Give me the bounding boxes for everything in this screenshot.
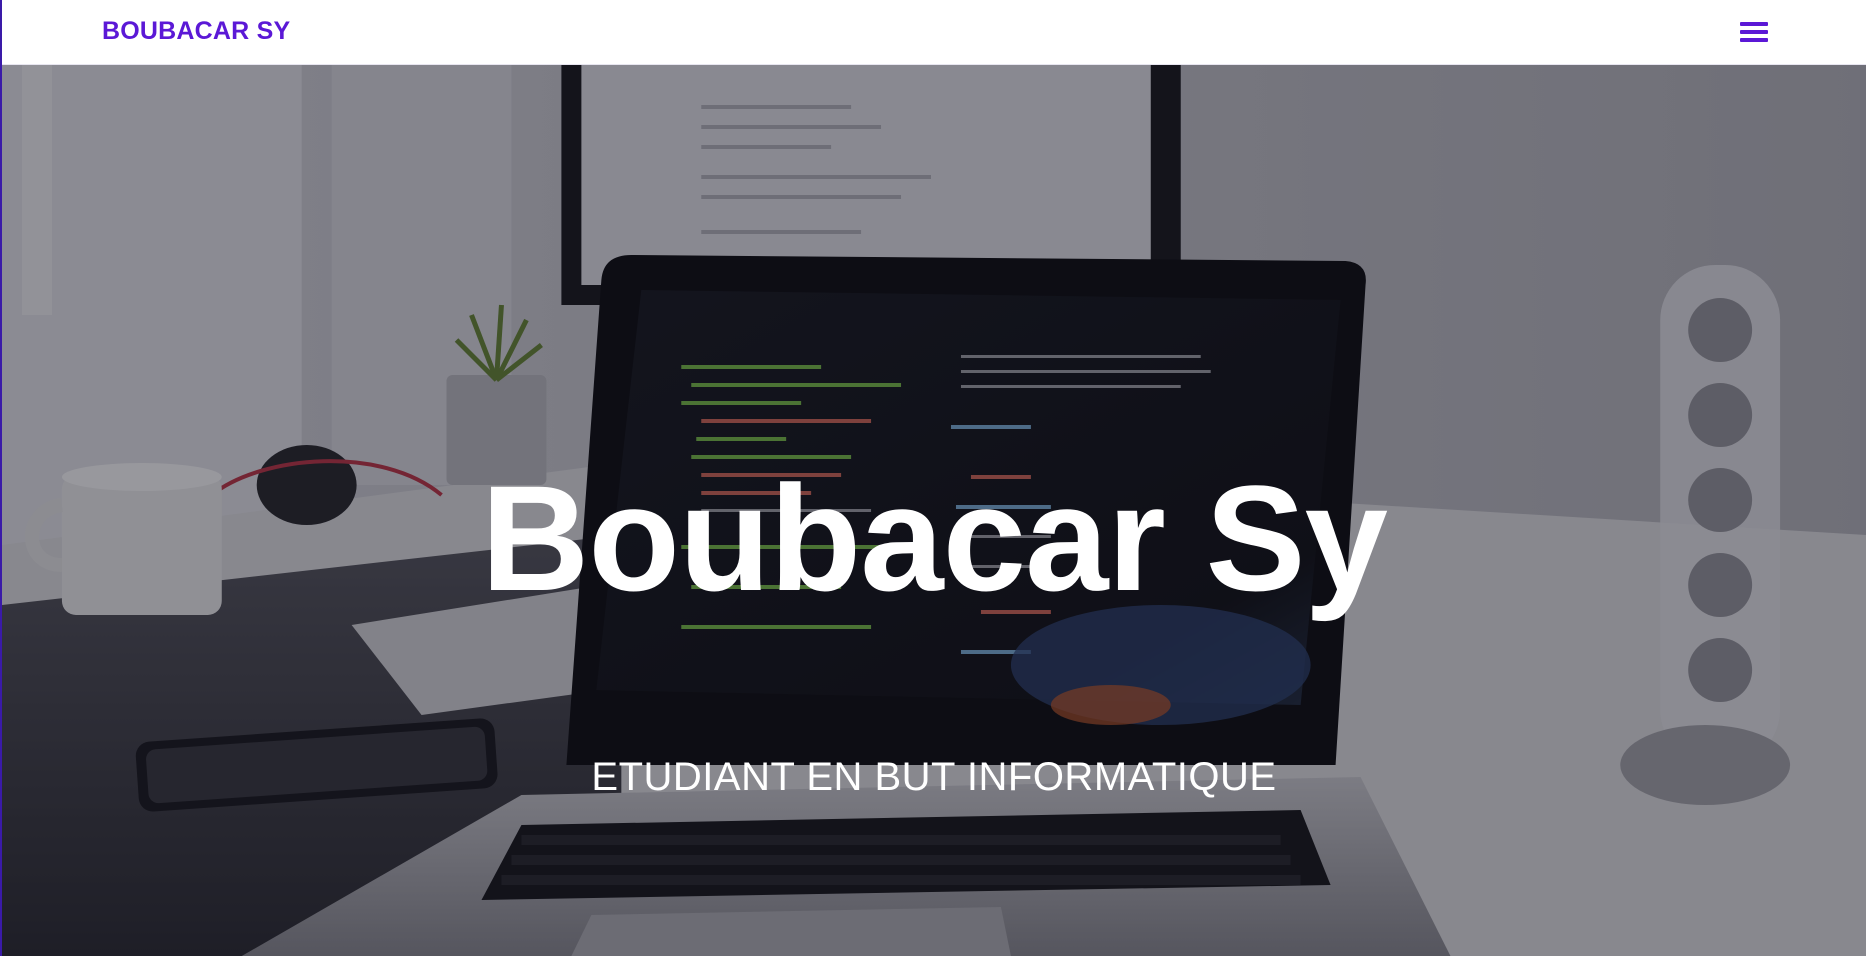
hero-section: Boubacar Sy ETUDIANT EN BUT INFORMATIQUE: [2, 65, 1866, 956]
navbar: BOUBACAR SY: [2, 0, 1866, 65]
hero-title: Boubacar Sy: [481, 454, 1388, 622]
page: BOUBACAR SY Boubacar Sy ETUDIANT EN BUT …: [0, 0, 1866, 956]
menu-bar: [1740, 30, 1768, 34]
hamburger-menu-icon[interactable]: [1740, 20, 1768, 44]
menu-bar: [1740, 38, 1768, 42]
brand-logo-link[interactable]: BOUBACAR SY: [102, 17, 290, 46]
menu-bar: [1740, 22, 1768, 26]
hero-subtitle: ETUDIANT EN BUT INFORMATIQUE: [591, 755, 1277, 799]
